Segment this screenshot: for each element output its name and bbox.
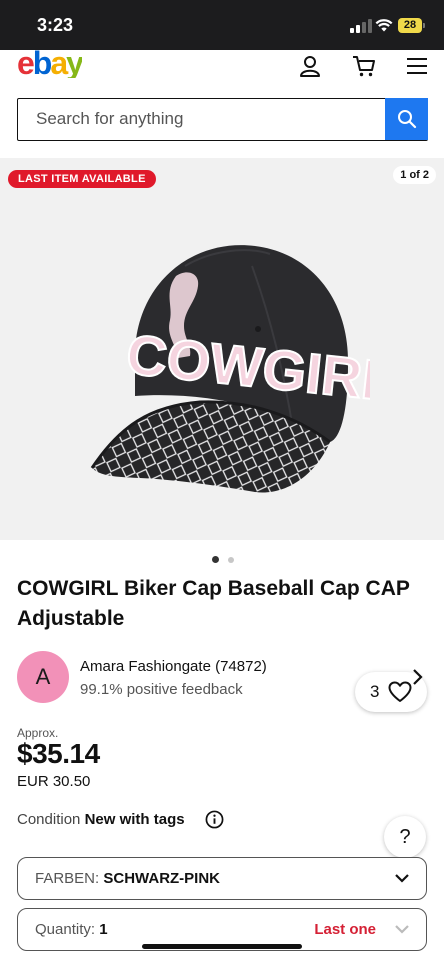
page-dot-active[interactable] xyxy=(212,556,219,563)
help-button[interactable]: ? xyxy=(384,816,426,858)
seller-name: Amara Fashiongate (74872) xyxy=(80,658,267,675)
quantity-value: 1 xyxy=(99,921,108,938)
chevron-down-icon xyxy=(395,874,409,883)
search-icon xyxy=(397,110,416,129)
cellular-signal-icon xyxy=(350,19,372,33)
search-input[interactable] xyxy=(36,99,376,139)
search-button[interactable] xyxy=(385,98,428,140)
info-icon[interactable] xyxy=(205,810,224,829)
seller-card[interactable]: A Amara Fashiongate (74872) 99.1% positi… xyxy=(17,651,428,703)
seller-avatar: A xyxy=(17,651,69,703)
home-indicator[interactable] xyxy=(142,944,302,949)
search-bar xyxy=(17,98,428,141)
price-value: $35.14 xyxy=(17,738,100,769)
ebay-logo[interactable]: ebay xyxy=(17,50,82,78)
condition-row: Condition New with tags xyxy=(17,811,185,828)
color-select[interactable]: FARBEN: SCHWARZ-PINK xyxy=(17,857,427,900)
quantity-label: Quantity: xyxy=(35,921,96,938)
last-item-badge: LAST ITEM AVAILABLE xyxy=(8,170,156,188)
image-pagination xyxy=(212,556,242,564)
last-one-note: Last one xyxy=(314,921,376,938)
chevron-right-icon xyxy=(413,669,423,685)
color-select-value: SCHWARZ-PINK xyxy=(103,870,221,887)
menu-icon[interactable] xyxy=(405,54,429,78)
seller-feedback: 99.1% positive feedback xyxy=(80,681,243,698)
image-counter: 1 of 2 xyxy=(393,166,436,184)
status-time: 3:23 xyxy=(37,15,74,35)
product-image[interactable]: COWGIRL xyxy=(80,206,370,496)
chevron-down-icon xyxy=(395,925,409,934)
battery-level: 28 xyxy=(398,18,425,33)
price-original: EUR 30.50 xyxy=(17,773,91,790)
condition-label: Condition xyxy=(17,811,81,828)
color-select-label: FARBEN: xyxy=(35,870,100,887)
condition-value: New with tags xyxy=(84,811,185,828)
account-icon[interactable] xyxy=(298,54,322,78)
wifi-icon xyxy=(375,19,393,32)
app-header: ebay xyxy=(0,50,444,90)
image-gallery[interactable]: LAST ITEM AVAILABLE 1 of 2 COWGIRL 3 xyxy=(0,158,444,712)
listing-title: COWGIRL Biker Cap Baseball Cap CAP Adjus… xyxy=(17,577,410,630)
page-dot[interactable] xyxy=(228,557,234,563)
status-bar: 3:23 28 xyxy=(0,0,444,50)
cart-icon[interactable] xyxy=(352,54,376,78)
